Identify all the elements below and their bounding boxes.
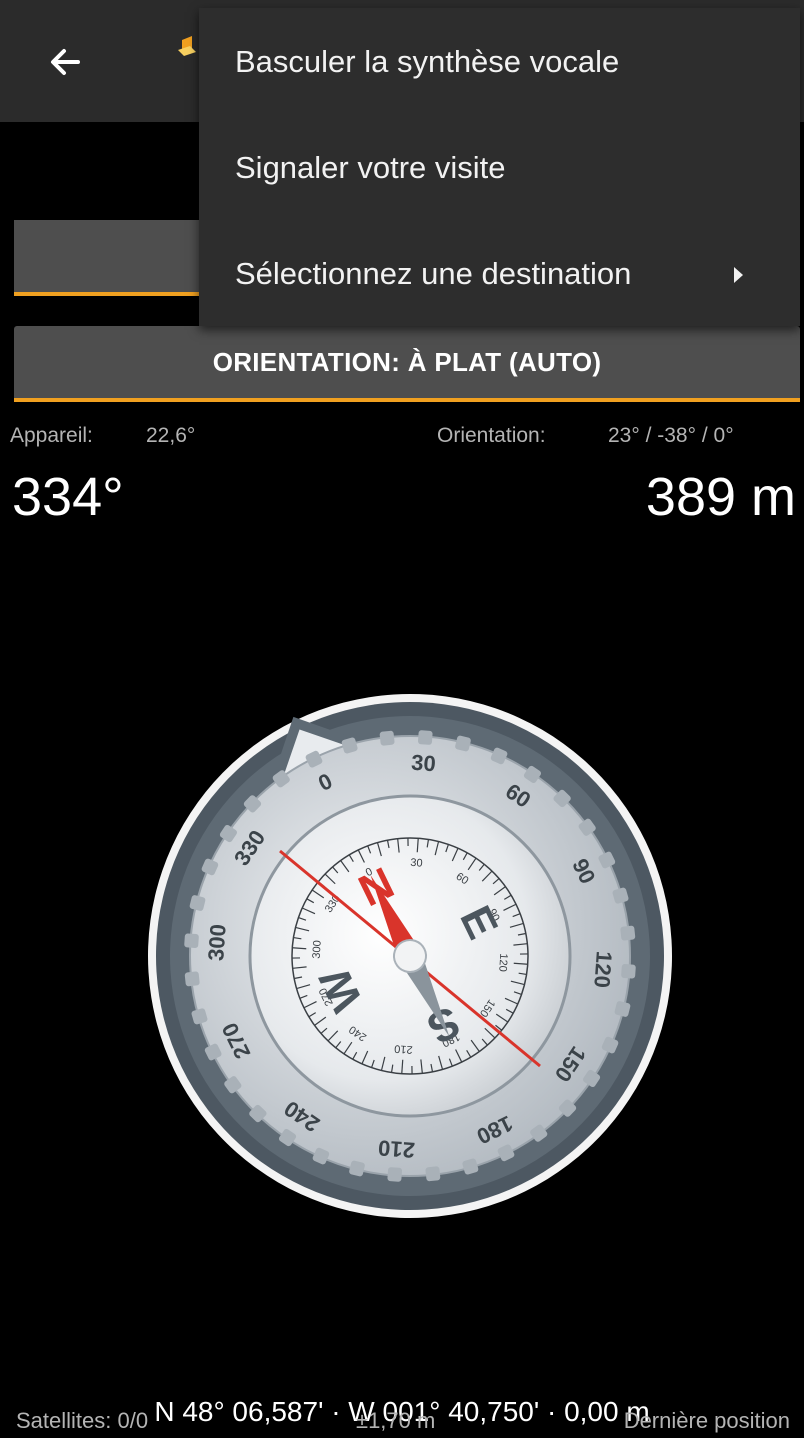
compass-dial: 0306090120150180210240270300330 03060901…	[147, 694, 672, 1218]
arrow-left-icon	[51, 49, 80, 75]
overflow-menu: Basculer la synthèse vocale Signaler vot…	[199, 8, 800, 326]
satellites-text: Satellites: 0/0	[16, 1408, 149, 1433]
accuracy-text: ±1,70 m	[356, 1408, 436, 1433]
heading-value: 334°	[12, 467, 124, 527]
bezel-degree-label: 30	[410, 750, 436, 777]
bezel-degree-label: 120	[589, 950, 617, 988]
cache-type-icon	[176, 36, 198, 66]
bezel-degree-label: 210	[377, 1135, 415, 1163]
face-degree-label: 30	[410, 857, 423, 870]
distance-value: 389 m	[645, 467, 796, 527]
orientation-label: Orientation:	[437, 424, 546, 447]
submenu-arrow-icon	[734, 267, 743, 283]
menu-item-toggle-tts[interactable]: Basculer la synthèse vocale	[235, 44, 619, 80]
device-value: 22,6°	[146, 424, 196, 447]
face-degree-label: 300	[311, 940, 324, 959]
orientation-value: 23° / -38° / 0°	[608, 424, 734, 447]
face-degree-label: 210	[394, 1042, 413, 1055]
last-position-text: Dernière position	[623, 1408, 790, 1433]
bezel-degree-label: 300	[203, 923, 231, 961]
face-degree-label: 120	[496, 953, 509, 972]
device-label: Appareil:	[10, 424, 93, 447]
menu-item-select-destination[interactable]: Sélectionnez une destination	[235, 256, 631, 292]
menu-item-log-visit[interactable]: Signaler votre visite	[235, 150, 506, 186]
back-button[interactable]	[42, 38, 90, 86]
orientation-button[interactable]: ORIENTATION: À PLAT (AUTO)	[14, 326, 800, 402]
